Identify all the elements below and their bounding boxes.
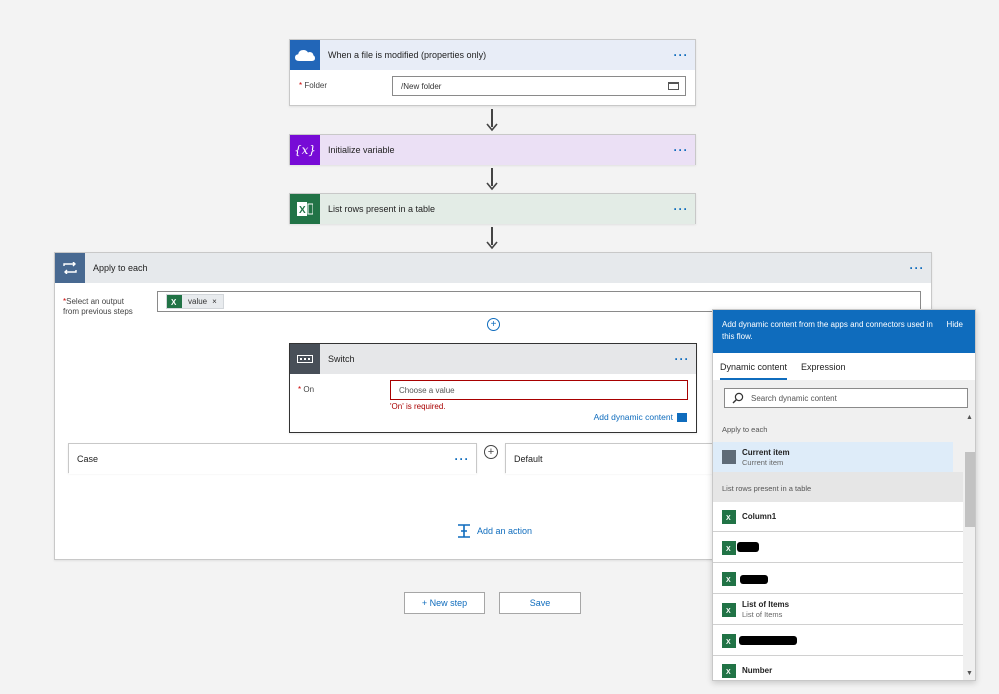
group-list-rows-band: List rows present in a table (713, 472, 963, 502)
scroll-down-arrow[interactable]: ▼ (966, 670, 973, 677)
excel-icon: X (722, 541, 736, 555)
case-card[interactable]: Case ··· (68, 443, 477, 474)
on-input[interactable]: Choose a value (390, 380, 688, 400)
new-step-button[interactable]: + New step (404, 592, 485, 614)
add-action-icon (458, 524, 470, 538)
redaction-mark (739, 636, 797, 645)
save-button[interactable]: Save (499, 592, 581, 614)
scroll-thumb[interactable] (965, 452, 975, 527)
svg-text:X: X (726, 515, 731, 521)
folder-picker-icon[interactable] (668, 82, 679, 90)
apply-to-each-menu-button[interactable]: ··· (903, 261, 931, 275)
svg-text:X: X (171, 298, 177, 306)
flow-arrow (485, 109, 499, 133)
trigger-title: When a file is modified (properties only… (328, 50, 487, 60)
excel-icon: X (722, 603, 736, 617)
case-header[interactable]: Case ··· (69, 444, 476, 474)
dynamic-list-scrollbar[interactable]: ▲ ▼ (963, 412, 975, 680)
dynamic-list-area: Search dynamic content Apply to each Cur… (713, 380, 975, 680)
init-variable-menu-button[interactable]: ··· (667, 143, 695, 157)
excel-icon: X (167, 295, 182, 308)
svg-text:X: X (726, 577, 731, 583)
select-output-label: *Select an output from previous steps (63, 297, 133, 316)
trigger-card: When a file is modified (properties only… (289, 39, 696, 106)
dynamic-item-redacted[interactable]: X (713, 625, 963, 656)
search-icon (732, 392, 744, 404)
excel-icon: X (722, 664, 736, 678)
add-dynamic-content-link[interactable]: Add dynamic content (594, 412, 687, 422)
dynamic-item-current-item[interactable]: Current item Current item (713, 442, 953, 472)
dynamic-item-number[interactable]: X Number (713, 656, 963, 680)
apply-to-each-title: Apply to each (93, 263, 148, 273)
redaction-mark (737, 542, 759, 552)
switch-card: Switch ··· * On Choose a value 'On' is r… (289, 343, 697, 433)
dynamic-content-panel: Add dynamic content from the apps and co… (712, 309, 976, 681)
dynamic-item-list-of-items[interactable]: X List of Items List of Items (713, 594, 963, 625)
svg-text:X: X (726, 639, 731, 645)
hide-panel-button[interactable]: Hide (947, 320, 963, 329)
case-menu-button[interactable]: ··· (448, 452, 476, 466)
list-rows-header[interactable]: X List rows present in a table ··· (290, 194, 695, 224)
folder-label: * Folder (299, 81, 328, 90)
group-label-list-rows: List rows present in a table (722, 484, 812, 493)
excel-icon: X (722, 510, 736, 524)
list-rows-title: List rows present in a table (328, 204, 436, 214)
dynamic-item-redacted[interactable]: X (713, 563, 963, 594)
apply-to-each-header[interactable]: Apply to each ··· (55, 253, 931, 283)
flow-arrow (485, 227, 499, 251)
init-variable-card[interactable]: {x} Initialize variable ··· (289, 134, 696, 165)
loop-icon (722, 450, 736, 464)
list-rows-menu-button[interactable]: ··· (667, 202, 695, 216)
insert-step-button[interactable]: + (487, 318, 500, 331)
dynamic-item-column1[interactable]: X Column1 (713, 502, 963, 532)
trigger-menu-button[interactable]: ··· (667, 48, 695, 62)
value-token[interactable]: X value × (166, 294, 224, 309)
folder-input[interactable]: /New folder (392, 76, 686, 96)
svg-text:X: X (726, 608, 731, 614)
dynamic-search-input[interactable]: Search dynamic content (724, 388, 968, 408)
svg-text:X: X (726, 669, 731, 675)
redaction-mark (740, 575, 768, 584)
dynamic-panel-tabs: Dynamic content Expression (713, 353, 975, 380)
value-token-remove[interactable]: × (212, 297, 217, 306)
loop-icon (55, 253, 85, 283)
dynamic-panel-header: Add dynamic content from the apps and co… (713, 310, 975, 353)
on-label: * On (298, 385, 315, 394)
on-error-text: 'On' is required. (390, 402, 446, 411)
list-rows-card[interactable]: X List rows present in a table ··· (289, 193, 696, 224)
excel-icon: X (722, 572, 736, 586)
excel-icon: X (722, 634, 736, 648)
init-variable-title: Initialize variable (328, 145, 395, 155)
tab-expression[interactable]: Expression (801, 353, 846, 380)
init-variable-header[interactable]: {x} Initialize variable ··· (290, 135, 695, 165)
variable-icon: {x} (290, 135, 320, 165)
svg-text:X: X (726, 546, 731, 552)
trigger-header[interactable]: When a file is modified (properties only… (290, 40, 695, 70)
switch-header[interactable]: Switch ··· (290, 344, 696, 374)
add-action-button[interactable]: Add an action (457, 524, 532, 538)
value-token-label: value (188, 297, 208, 306)
switch-title: Switch (328, 354, 355, 364)
tab-dynamic-content[interactable]: Dynamic content (720, 353, 788, 380)
dynamic-panel-description: Add dynamic content from the apps and co… (722, 320, 933, 341)
switch-icon (290, 344, 320, 374)
group-label-apply: Apply to each (722, 425, 768, 434)
onedrive-icon (290, 40, 320, 70)
add-dynamic-icon (677, 412, 687, 422)
scroll-up-arrow[interactable]: ▲ (966, 414, 973, 421)
case-title: Case (77, 454, 99, 464)
switch-menu-button[interactable]: ··· (668, 352, 696, 366)
add-case-button[interactable]: + (484, 445, 498, 459)
dynamic-item-redacted[interactable]: X (713, 532, 963, 563)
flow-arrow (485, 168, 499, 192)
svg-text:X: X (299, 205, 306, 216)
excel-icon: X (290, 194, 320, 224)
